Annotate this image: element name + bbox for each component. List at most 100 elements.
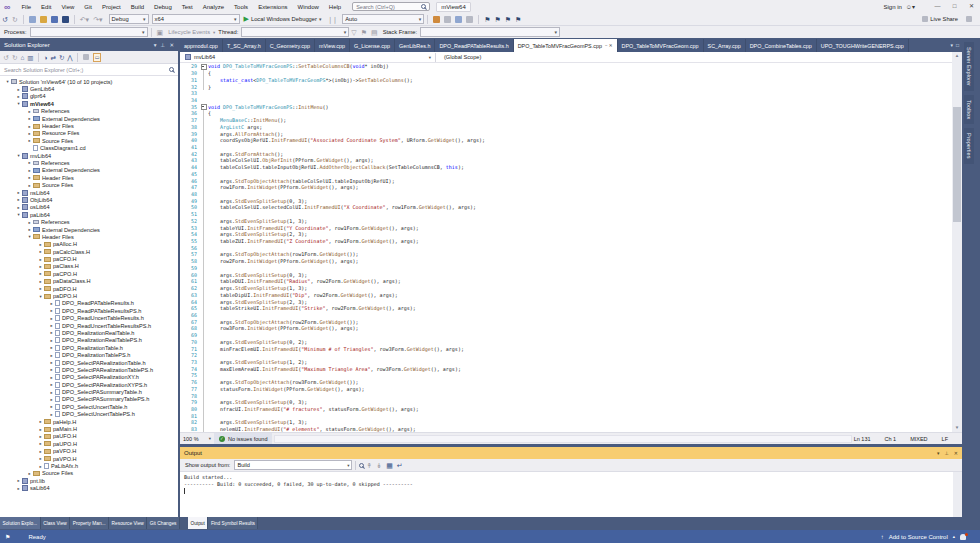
- sign-in-button[interactable]: Sign in: [884, 4, 902, 10]
- collapsed-icon[interactable]: ▸: [37, 449, 44, 454]
- tree-item[interactable]: ▸DPO_ReadPATableResultsPS.h: [0, 307, 178, 314]
- document-tab[interactable]: T_SC_Array.h: [223, 39, 266, 52]
- bottom-tab[interactable]: Class View: [41, 517, 71, 529]
- flag-icon[interactable]: ⚑: [361, 28, 367, 37]
- collapsed-icon[interactable]: ▸: [37, 257, 44, 262]
- collapsed-icon[interactable]: ▸: [37, 264, 44, 269]
- tree-item[interactable]: ▸DPO_RealizationRealTable.h: [0, 329, 178, 336]
- bookmark-icon[interactable]: ⚑: [484, 15, 490, 24]
- tree-item[interactable]: ▸paAlloc.H: [0, 241, 178, 248]
- collapsed-icon[interactable]: ▸: [48, 323, 55, 328]
- collapsed-icon[interactable]: ▸: [37, 427, 44, 432]
- thread-select[interactable]: ▾: [241, 27, 349, 37]
- document-tab[interactable]: DPO_TableToMVFracGeomPS.cpp− ✕: [514, 39, 618, 52]
- collapsed-icon[interactable]: ▸: [37, 419, 44, 424]
- side-tab-server-explorer[interactable]: Server Explorer: [964, 42, 974, 91]
- background-tasks-icon[interactable]: ⚑: [5, 533, 10, 540]
- collapsed-icon[interactable]: ▸: [15, 486, 22, 491]
- tree-item[interactable]: ClassDiagram1.cd: [0, 145, 178, 152]
- properties-icon[interactable]: [83, 54, 89, 60]
- scroll-down-icon[interactable]: ▼: [952, 424, 962, 432]
- tree-item[interactable]: ▸DPO_SelectPARealizationXYPS.h: [0, 381, 178, 388]
- collapsed-icon[interactable]: ▸: [48, 360, 55, 365]
- pending-changes-filter-icon[interactable]: ◑: [44, 53, 48, 62]
- code-editor[interactable]: 29void DPO_TableToMVFracGeomPS::SetTable…: [180, 63, 952, 432]
- refresh-icon[interactable]: ↻: [59, 53, 64, 62]
- tree-item[interactable]: ▾Header Files: [0, 233, 178, 240]
- tree-item[interactable]: ▸paClass.H: [0, 263, 178, 270]
- collapsed-icon[interactable]: ▸: [37, 441, 44, 446]
- word-wrap-icon[interactable]: ↵: [397, 461, 403, 470]
- code-health-indicator[interactable]: ✓ No issues found: [214, 433, 272, 445]
- tree-item[interactable]: ▸DPO_ReadPATableResults.h: [0, 300, 178, 307]
- output-menu-icon[interactable]: ▾: [937, 450, 940, 456]
- tree-item[interactable]: ▸paUFO.H: [0, 433, 178, 440]
- tree-item[interactable]: ▸paUPO.H: [0, 440, 178, 447]
- expanded-icon[interactable]: ▾: [15, 212, 22, 217]
- tree-item[interactable]: ▸paMain.H: [0, 425, 178, 432]
- document-tab[interactable]: DPO_TableToMVFracGeom.cpp: [618, 39, 704, 52]
- editor-vertical-scrollbar[interactable]: ▲ ▼: [952, 52, 962, 432]
- quick-search-input[interactable]: Search (Ctrl+Q): [352, 2, 430, 11]
- bookmark-next-icon[interactable]: ⚑: [495, 15, 501, 24]
- tree-item[interactable]: ▸pnt.lib: [0, 477, 178, 484]
- collapsed-icon[interactable]: ▸: [15, 478, 22, 483]
- tree-item[interactable]: ▸paDFO.H: [0, 285, 178, 292]
- collapsed-icon[interactable]: ▸: [15, 190, 22, 195]
- expanded-icon[interactable]: ▾: [15, 153, 22, 158]
- hot-reload-icon[interactable]: [433, 16, 440, 23]
- tree-item[interactable]: ▸DPO_SelectPARealizationXY.h: [0, 374, 178, 381]
- collapsed-icon[interactable]: ▸: [26, 183, 33, 188]
- tree-item[interactable]: ▸PaLibAfx.h: [0, 462, 178, 469]
- bottom-tab[interactable]: Solution Explo...: [0, 517, 41, 529]
- menu-analyze[interactable]: Analyze: [198, 4, 229, 10]
- collapsed-icon[interactable]: ▸: [48, 375, 55, 380]
- tree-item[interactable]: ▸Resource Files: [0, 130, 178, 137]
- frames-icon[interactable]: ▤: [371, 28, 378, 37]
- se-back-icon[interactable]: ↺: [4, 53, 9, 62]
- open-file-icon[interactable]: [40, 16, 47, 23]
- maximize-button[interactable]: □: [946, 0, 963, 13]
- tree-item[interactable]: ▸External Dependencies: [0, 115, 178, 122]
- tree-item[interactable]: ▸DPO_SelectPASummaryTable.h: [0, 388, 178, 395]
- process-select[interactable]: ▾: [30, 27, 148, 37]
- tree-item[interactable]: ▸nsLib64: [0, 189, 178, 196]
- tab-list-icon[interactable]: ▾: [950, 42, 953, 48]
- toolwindow-menu-icon[interactable]: ▾: [154, 42, 157, 48]
- redo-icon[interactable]: ↷▾: [93, 15, 102, 24]
- menu-tools[interactable]: Tools: [229, 4, 253, 10]
- editor-horizontal-scrollbar[interactable]: [274, 435, 851, 443]
- collapsed-icon[interactable]: ▸: [26, 220, 33, 225]
- navigate-back-icon[interactable]: ↺: [2, 15, 8, 24]
- float-icon[interactable]: □: [956, 42, 959, 48]
- tree-item[interactable]: ▸DPO_SelectUncertTable.h: [0, 403, 178, 410]
- collapsed-icon[interactable]: ▸: [37, 249, 44, 254]
- tree-item[interactable]: ▸osLib64: [0, 204, 178, 211]
- collapsed-icon[interactable]: ▸: [48, 330, 55, 335]
- feedback-icon[interactable]: [966, 16, 972, 22]
- add-to-source-control-button[interactable]: Add to Source Control: [889, 534, 948, 540]
- collapsed-icon[interactable]: ▸: [26, 160, 33, 165]
- tree-item[interactable]: ▸DPO_RealizationTable.h: [0, 344, 178, 351]
- collapsed-icon[interactable]: ▸: [37, 271, 44, 276]
- platform-select[interactable]: x64▾: [152, 14, 240, 24]
- user-icon[interactable]: ☺▾: [906, 3, 915, 10]
- scrollbar-thumb[interactable]: [953, 107, 961, 222]
- collapsed-icon[interactable]: ▸: [26, 124, 33, 129]
- tree-item[interactable]: ▸Source Files: [0, 181, 178, 188]
- zoom-select[interactable]: 100 %▾: [180, 436, 214, 442]
- collapsed-icon[interactable]: ▸: [26, 175, 33, 180]
- document-tab[interactable]: DPO_CombineTables.cpp: [746, 39, 817, 52]
- save-icon[interactable]: [51, 16, 58, 23]
- collapsed-icon[interactable]: ▸: [37, 456, 44, 461]
- tree-item[interactable]: ▸References: [0, 108, 178, 115]
- save-all-icon[interactable]: [62, 16, 69, 23]
- se-forward-icon[interactable]: ↻: [12, 53, 17, 62]
- bottom-tab[interactable]: Resource View: [109, 517, 147, 529]
- switch-views-icon[interactable]: ▥: [27, 53, 33, 62]
- document-tab[interactable]: G_License.cpp: [350, 39, 395, 52]
- collapsed-icon[interactable]: ▸: [26, 168, 33, 173]
- expanded-icon[interactable]: ▾: [26, 234, 33, 239]
- bottom-tab[interactable]: Property Man...: [70, 517, 109, 529]
- document-tab[interactable]: UPO_TOUGHWriteGENERPS.cpp: [817, 39, 909, 52]
